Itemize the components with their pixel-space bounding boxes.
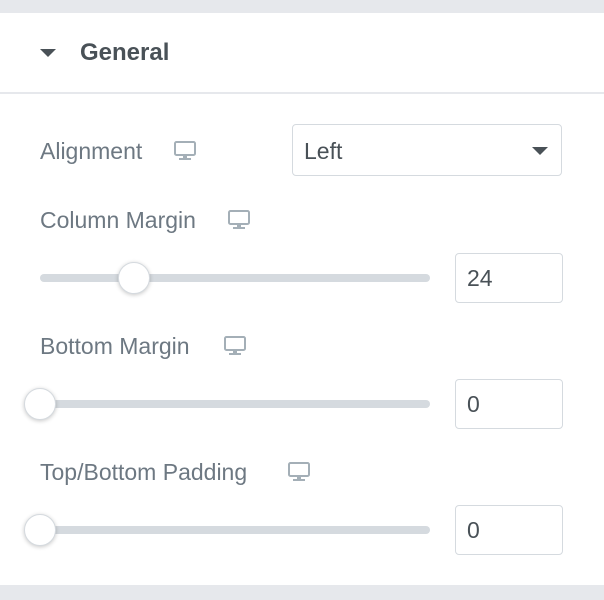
desktop-monitor-icon[interactable]: [288, 462, 310, 482]
desktop-monitor-icon[interactable]: [174, 141, 196, 161]
panel-divider: [0, 585, 604, 600]
column-margin-input[interactable]: [455, 253, 563, 303]
slider-handle[interactable]: [117, 262, 150, 294]
top-bottom-padding-slider[interactable]: [24, 514, 430, 546]
bottom-margin-slider[interactable]: [24, 388, 430, 420]
section-header-general[interactable]: General: [0, 13, 604, 94]
top-bottom-padding-label: Top/Bottom Padding: [40, 459, 248, 485]
slider-handle[interactable]: [24, 514, 56, 546]
column-margin-label: Column Margin: [40, 207, 196, 233]
bottom-margin-label: Bottom Margin: [40, 333, 190, 359]
bottom-margin-input[interactable]: [455, 379, 563, 429]
alignment-label: Alignment: [40, 138, 143, 164]
desktop-monitor-icon[interactable]: [228, 210, 250, 230]
slider-handle[interactable]: [24, 388, 56, 420]
chevron-down-icon: [532, 147, 548, 155]
top-bottom-padding-input[interactable]: [455, 505, 563, 555]
settings-panel: General Alignment Left Column Margin Bot…: [0, 13, 604, 585]
slider-track[interactable]: [40, 400, 430, 408]
desktop-monitor-icon[interactable]: [224, 336, 246, 356]
column-margin-slider[interactable]: [40, 262, 430, 294]
slider-track[interactable]: [40, 274, 430, 282]
alignment-select[interactable]: Left: [292, 124, 562, 176]
section-title: General: [80, 39, 170, 66]
alignment-selected-value: Left: [304, 138, 343, 164]
caret-down-icon[interactable]: [40, 49, 56, 57]
slider-track[interactable]: [40, 526, 430, 534]
